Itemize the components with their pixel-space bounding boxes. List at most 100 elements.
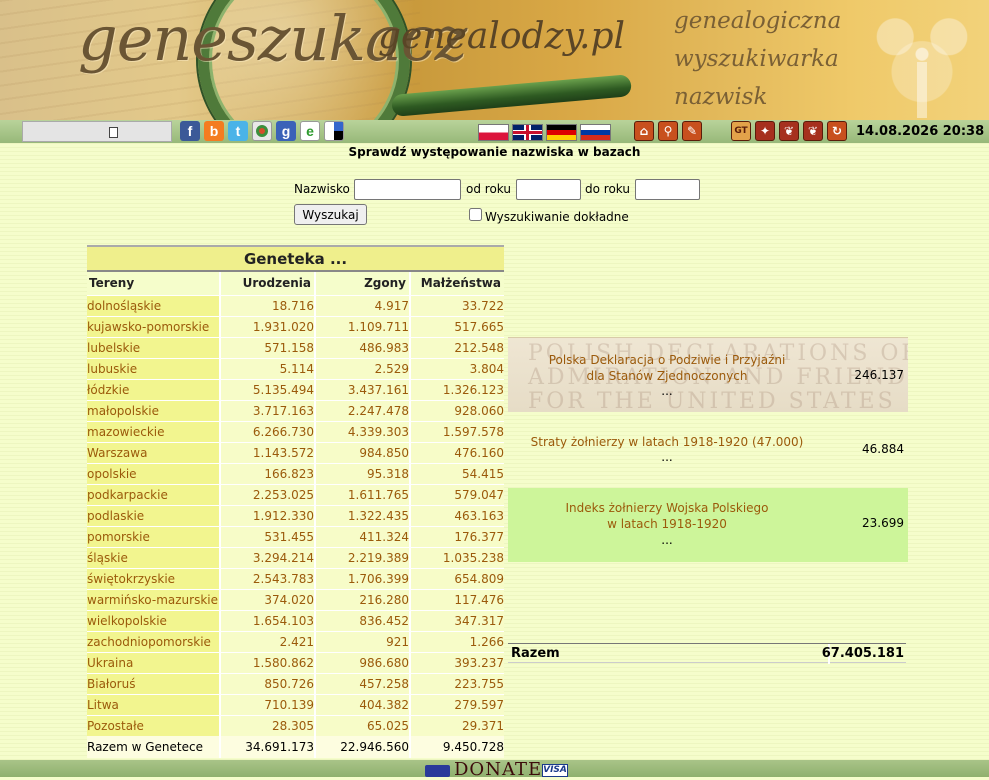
region-link[interactable]: Ukraina bbox=[87, 651, 220, 673]
marriages-value[interactable]: 393.237 bbox=[409, 651, 504, 673]
births-value[interactable]: 1.580.862 bbox=[219, 651, 315, 673]
region-link[interactable]: warmińsko-mazurskie bbox=[87, 588, 220, 610]
deaths-value[interactable]: 4.917 bbox=[314, 294, 410, 316]
deaths-value[interactable]: 836.452 bbox=[314, 609, 410, 631]
births-value[interactable]: 571.158 bbox=[219, 336, 315, 358]
document-icon[interactable] bbox=[109, 127, 118, 138]
region-link[interactable]: Pozostałe bbox=[87, 714, 220, 736]
deaths-value[interactable]: 3.437.161 bbox=[314, 378, 410, 400]
exact-search-label[interactable]: Wyszukiwanie dokładne bbox=[485, 210, 629, 224]
database-title[interactable]: Indeks żołnierzy Wojska Polskiego w lata… bbox=[508, 500, 826, 532]
births-value[interactable]: 374.020 bbox=[219, 588, 315, 610]
german-flag[interactable] bbox=[546, 124, 577, 141]
donate-button[interactable]: DONATE VISA bbox=[425, 759, 568, 780]
marriages-value[interactable]: 1.597.578 bbox=[409, 420, 504, 442]
deaths-value[interactable]: 2.247.478 bbox=[314, 399, 410, 421]
marriages-value[interactable]: 3.804 bbox=[409, 357, 504, 379]
database-title[interactable]: Straty żołnierzy w latach 1918-1920 (47.… bbox=[508, 434, 826, 450]
eagle-icon-2[interactable]: ❦ bbox=[803, 121, 823, 141]
region-link[interactable]: lubelskie bbox=[87, 336, 220, 358]
deaths-value[interactable]: 1.706.399 bbox=[314, 567, 410, 589]
marriages-value[interactable]: 654.809 bbox=[409, 567, 504, 589]
deaths-value[interactable]: 986.680 bbox=[314, 651, 410, 673]
marriages-value[interactable]: 279.597 bbox=[409, 693, 504, 715]
deaths-value[interactable]: 2.529 bbox=[314, 357, 410, 379]
marriages-value[interactable]: 476.160 bbox=[409, 441, 504, 463]
marriages-value[interactable]: 1.266 bbox=[409, 630, 504, 652]
marriages-value[interactable]: 176.377 bbox=[409, 525, 504, 547]
births-value[interactable]: 2.543.783 bbox=[219, 567, 315, 589]
deaths-value[interactable]: 1.611.765 bbox=[314, 483, 410, 505]
marriages-value[interactable]: 579.047 bbox=[409, 483, 504, 505]
database-more[interactable]: ... bbox=[508, 533, 826, 547]
search-button[interactable]: Wyszukaj bbox=[294, 204, 367, 225]
births-value[interactable]: 1.931.020 bbox=[219, 315, 315, 337]
births-value[interactable]: 28.305 bbox=[219, 714, 315, 736]
deaths-value[interactable]: 984.850 bbox=[314, 441, 410, 463]
marriages-value[interactable]: 517.665 bbox=[409, 315, 504, 337]
edit-tool-icon[interactable]: ✎ bbox=[682, 121, 702, 141]
deaths-value[interactable]: 411.324 bbox=[314, 525, 410, 547]
deaths-value[interactable]: 486.983 bbox=[314, 336, 410, 358]
logo-genealodzy[interactable]: genealodzy.pl bbox=[378, 16, 625, 57]
database-more[interactable]: ... bbox=[508, 450, 826, 464]
eagle-icon[interactable]: ❦ bbox=[779, 121, 799, 141]
from-year-input[interactable] bbox=[516, 179, 581, 200]
deaths-value[interactable]: 2.219.389 bbox=[314, 546, 410, 568]
netvibes-icon[interactable]: e bbox=[300, 121, 320, 141]
deaths-value[interactable]: 1.109.711 bbox=[314, 315, 410, 337]
region-link[interactable]: śląskie bbox=[87, 546, 220, 568]
region-link[interactable]: podlaskie bbox=[87, 504, 220, 526]
deaths-value[interactable]: 4.339.303 bbox=[314, 420, 410, 442]
births-value[interactable]: 166.823 bbox=[219, 462, 315, 484]
births-value[interactable]: 1.654.103 bbox=[219, 609, 315, 631]
marriages-value[interactable]: 212.548 bbox=[409, 336, 504, 358]
exact-search-checkbox[interactable] bbox=[469, 208, 482, 221]
database-more[interactable]: ... bbox=[508, 384, 826, 398]
region-link[interactable]: mazowieckie bbox=[87, 420, 220, 442]
russian-flag[interactable] bbox=[580, 124, 611, 141]
search-tool-icon[interactable]: ⚲ bbox=[658, 121, 678, 141]
deaths-value[interactable]: 216.280 bbox=[314, 588, 410, 610]
english-flag[interactable] bbox=[512, 124, 543, 141]
births-value[interactable]: 850.726 bbox=[219, 672, 315, 694]
marriages-value[interactable]: 54.415 bbox=[409, 462, 504, 484]
twitter-icon[interactable]: t bbox=[228, 121, 248, 141]
region-link[interactable]: zachodniopomorskie bbox=[87, 630, 220, 652]
quick-search-box[interactable] bbox=[22, 121, 172, 142]
region-link[interactable]: Litwa bbox=[87, 693, 220, 715]
marriages-value[interactable]: 117.476 bbox=[409, 588, 504, 610]
genealogy-icon[interactable]: ✦ bbox=[755, 121, 775, 141]
marriages-value[interactable]: 223.755 bbox=[409, 672, 504, 694]
facebook-icon[interactable]: f bbox=[180, 121, 200, 141]
home-icon[interactable]: ⌂ bbox=[634, 121, 654, 141]
google-icon[interactable]: g bbox=[276, 121, 296, 141]
geneteka-title[interactable]: Geneteka ... bbox=[87, 245, 504, 271]
region-link[interactable]: pomorskie bbox=[87, 525, 220, 547]
region-link[interactable]: łódzkie bbox=[87, 378, 220, 400]
site-banner[interactable]: geneszukacz genealodzy.pl genealogiczna … bbox=[0, 0, 989, 120]
births-value[interactable]: 3.294.214 bbox=[219, 546, 315, 568]
births-value[interactable]: 1.912.330 bbox=[219, 504, 315, 526]
marriages-value[interactable]: 33.722 bbox=[409, 294, 504, 316]
births-value[interactable]: 18.716 bbox=[219, 294, 315, 316]
births-value[interactable]: 6.266.730 bbox=[219, 420, 315, 442]
google-reader-icon[interactable] bbox=[252, 121, 272, 141]
region-link[interactable]: lubuskie bbox=[87, 357, 220, 379]
marriages-value[interactable]: 928.060 bbox=[409, 399, 504, 421]
deaths-value[interactable]: 65.025 bbox=[314, 714, 410, 736]
to-year-input[interactable] bbox=[635, 179, 700, 200]
births-value[interactable]: 2.421 bbox=[219, 630, 315, 652]
database-title[interactable]: Polska Deklaracja o Podziwie i Przyjaźni… bbox=[508, 352, 826, 384]
database-card-losses[interactable]: Straty żołnierzy w latach 1918-1920 (47.… bbox=[508, 426, 908, 474]
births-value[interactable]: 1.143.572 bbox=[219, 441, 315, 463]
region-link[interactable]: świętokrzyskie bbox=[87, 567, 220, 589]
region-link[interactable]: dolnośląskie bbox=[87, 294, 220, 316]
deaths-value[interactable]: 404.382 bbox=[314, 693, 410, 715]
database-card-soldiers[interactable]: Indeks żołnierzy Wojska Polskiego w lata… bbox=[508, 488, 908, 562]
delicious-icon[interactable] bbox=[324, 121, 344, 141]
births-value[interactable]: 3.717.163 bbox=[219, 399, 315, 421]
births-value[interactable]: 5.135.494 bbox=[219, 378, 315, 400]
deaths-value[interactable]: 95.318 bbox=[314, 462, 410, 484]
births-value[interactable]: 531.455 bbox=[219, 525, 315, 547]
